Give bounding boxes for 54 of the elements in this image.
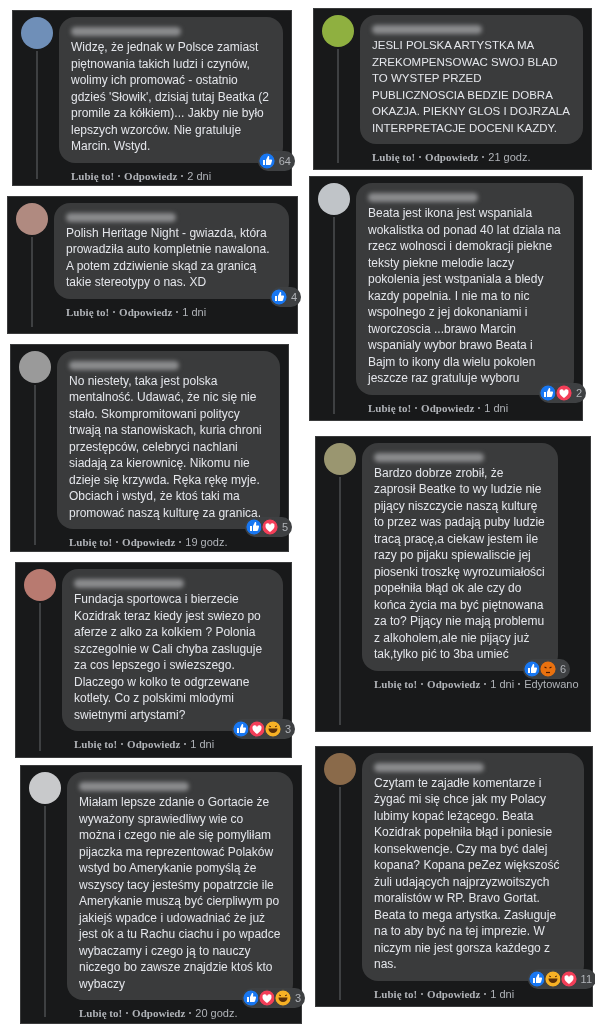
reaction-summary[interactable]: 4	[269, 286, 301, 307]
timestamp: 1 dni	[490, 987, 515, 1000]
timestamp: 20 godz.	[195, 1007, 238, 1019]
like-link[interactable]: Lubię to!	[79, 1007, 123, 1019]
avatar[interactable]	[21, 17, 53, 49]
edited-label: Edytowano	[524, 677, 579, 690]
avatar[interactable]	[29, 772, 61, 804]
reaction-count: 64	[278, 154, 291, 167]
comment-text: Polish Heritage Night - gwiazda, która prowadziła auto kompletnie nawalona. A potem zdziwienie skąd za granicą takie stereotypy o nas. XD	[66, 224, 271, 291]
reaction-count: 3	[284, 723, 291, 735]
timestamp: 1 dni	[190, 738, 215, 750]
avatar[interactable]	[324, 442, 356, 475]
reply-link[interactable]: Odpowiedz	[427, 987, 481, 1000]
avatar[interactable]	[322, 15, 354, 47]
reply-link[interactable]: Odpowiedz	[127, 738, 181, 750]
timestamp: 1 dni	[182, 305, 207, 318]
avatar[interactable]	[19, 350, 51, 383]
reaction-count: 5	[281, 521, 288, 534]
reply-link[interactable]: Odpowiedz	[425, 151, 479, 163]
reply-link[interactable]: Odpowiedz	[119, 305, 173, 318]
timestamp: 1 dni	[490, 677, 515, 690]
timestamp: 19 godz.	[185, 536, 228, 549]
reaction-summary[interactable]: 64	[257, 150, 295, 171]
like-link[interactable]: Lubię to!	[374, 677, 418, 690]
timestamp: 21 godz.	[488, 151, 531, 163]
reply-link[interactable]: Odpowiedz	[421, 401, 475, 414]
reaction-count: 6	[559, 662, 566, 675]
like-link[interactable]: Lubię to!	[368, 401, 412, 414]
like-link[interactable]: Lubię to!	[372, 151, 416, 163]
reaction-count: 11	[580, 972, 592, 985]
reaction-summary[interactable]: 11	[527, 968, 595, 989]
reply-link[interactable]: Odpowiedz	[132, 1007, 186, 1019]
reaction-count: 3	[294, 992, 301, 1004]
reply-link[interactable]: Odpowiedz	[124, 169, 178, 182]
like-link[interactable]: Lubię to!	[74, 738, 118, 750]
reaction-summary[interactable]: 3	[241, 988, 305, 1008]
reply-link[interactable]: Odpowiedz	[427, 677, 481, 690]
reaction-summary[interactable]: 3	[231, 719, 295, 739]
like-link[interactable]: Lubię to!	[69, 536, 113, 549]
timestamp: 1 dni	[484, 401, 509, 414]
reaction-summary[interactable]: 2	[538, 382, 586, 403]
avatar[interactable]	[24, 569, 56, 601]
reaction-summary[interactable]: 6	[522, 658, 570, 679]
avatar[interactable]	[16, 202, 48, 235]
like-link[interactable]: Lubię to!	[66, 305, 110, 318]
like-link[interactable]: Lubię to!	[374, 987, 418, 1000]
reaction-count: 2	[575, 386, 582, 399]
timestamp: 2 dni	[187, 169, 212, 182]
like-link[interactable]: Lubię to!	[71, 169, 115, 182]
reaction-summary[interactable]: 5	[244, 517, 292, 538]
reply-link[interactable]: Odpowiedz	[122, 536, 176, 549]
reaction-count: 4	[290, 290, 297, 303]
comment-text: JESLI POLSKA ARTYSTKA MA ZREKOMPENSOWAC SWOJ BLAD TO WYSTEP PRZED PUBLICZNOSCIA BEDZIE DOBRA OKAZJA. PIEKNY GLOS I DOJRZALA INTERPRETACJE DOCENI KAZDY.	[372, 38, 571, 136]
avatar[interactable]	[318, 183, 350, 215]
